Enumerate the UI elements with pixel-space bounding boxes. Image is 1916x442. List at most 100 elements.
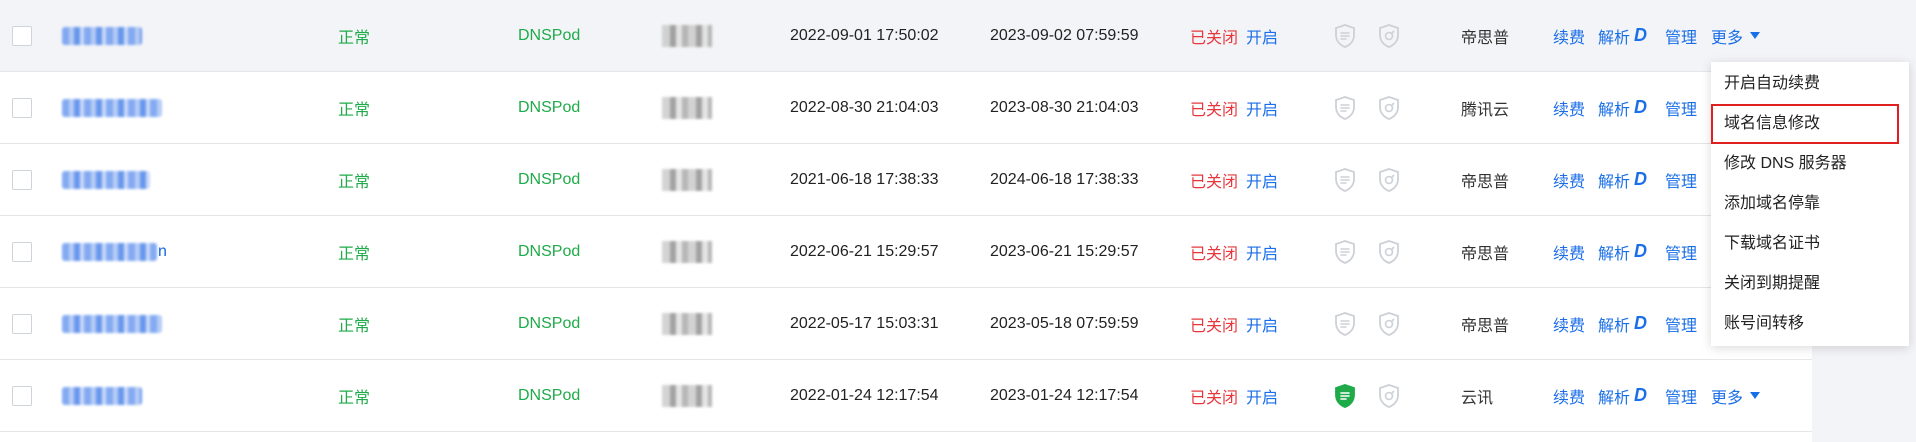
redacted-cell xyxy=(662,216,722,287)
enable-auto-renew-link[interactable]: 开启 xyxy=(1246,144,1286,215)
auto-renew-status: 已关闭 xyxy=(1190,173,1239,191)
dnspod-d-icon: D xyxy=(1634,169,1648,189)
registrar-name: 云讯 xyxy=(1461,389,1494,407)
lock-shield-icon xyxy=(1378,288,1404,359)
renew-link[interactable]: 续费 xyxy=(1553,72,1589,143)
redacted-cell xyxy=(662,288,722,359)
dnspod-d-icon: D xyxy=(1634,385,1648,405)
domain-name-link[interactable] xyxy=(62,0,262,71)
registered-date: 2022-01-24 12:17:54 xyxy=(790,386,939,404)
auto-renew-status: 已关闭 xyxy=(1190,101,1239,119)
enable-auto-renew-link[interactable]: 开启 xyxy=(1246,216,1286,287)
shield-icon xyxy=(1334,144,1360,215)
resolve-link[interactable]: 解析 D xyxy=(1598,144,1658,215)
enable-auto-renew-link[interactable]: 开启 xyxy=(1246,360,1286,431)
dropdown-item[interactable]: 账号间转移 xyxy=(1711,304,1909,344)
more-button[interactable]: 更多 xyxy=(1711,0,1771,71)
dnspod-d-icon: D xyxy=(1634,241,1648,261)
table-row: n 正常 DNSPod 2022-06-21 15:29:57 2023-06-… xyxy=(0,216,1812,288)
lock-shield-icon xyxy=(1378,216,1404,287)
renew-link[interactable]: 续费 xyxy=(1553,0,1589,71)
expiry-date: 2023-09-02 07:59:59 xyxy=(990,26,1139,44)
resolve-link[interactable]: 解析 D xyxy=(1598,360,1658,431)
domain-name-link[interactable] xyxy=(62,72,262,143)
enable-auto-renew-link[interactable]: 开启 xyxy=(1246,288,1286,359)
redacted-cell xyxy=(662,0,722,71)
manage-link[interactable]: 管理 xyxy=(1665,360,1701,431)
table-row: 正常 DNSPod 2022-09-01 17:50:02 2023-09-02… xyxy=(0,0,1812,72)
dropdown-item[interactable]: 关闭到期提醒 xyxy=(1711,264,1909,304)
manage-link[interactable]: 管理 xyxy=(1665,144,1701,215)
dropdown-item[interactable]: 添加域名停靠 xyxy=(1711,184,1909,224)
more-actions-dropdown: 开启自动续费 域名信息修改 修改 DNS 服务器 添加域名停靠 下载域名证书 关闭到期提醒… xyxy=(1711,62,1909,346)
registered-date: 2022-05-17 15:03:31 xyxy=(790,314,939,332)
row-checkbox[interactable] xyxy=(12,288,32,359)
caret-down-icon xyxy=(1750,32,1761,39)
table-row: 正常 DNSPod 2022-01-24 12:17:54 2023-01-24… xyxy=(0,360,1812,432)
row-checkbox[interactable] xyxy=(12,216,32,287)
dropdown-item[interactable]: 开启自动续费 xyxy=(1711,64,1909,104)
dns-provider: DNSPod xyxy=(518,98,581,116)
caret-down-icon xyxy=(1750,392,1761,399)
table-row: 正常 DNSPod 2022-05-17 15:03:31 2023-05-18… xyxy=(0,288,1812,360)
dropdown-item[interactable]: 下载域名证书 xyxy=(1711,224,1909,264)
row-checkbox[interactable] xyxy=(12,144,32,215)
lock-shield-icon xyxy=(1378,0,1404,71)
domain-name-tail: n xyxy=(158,242,167,260)
dns-provider: DNSPod xyxy=(518,386,581,404)
resolve-link[interactable]: 解析 D xyxy=(1598,216,1658,287)
expiry-date: 2023-05-18 07:59:59 xyxy=(990,314,1139,332)
redacted-cell xyxy=(662,72,722,143)
registrar-name: 帝思普 xyxy=(1461,29,1510,47)
domain-status: 正常 xyxy=(338,389,371,407)
domain-status: 正常 xyxy=(338,29,371,47)
resolve-label: 解析 xyxy=(1598,245,1631,263)
table-row: 正常 DNSPod 2022-08-30 21:04:03 2023-08-30… xyxy=(0,72,1812,144)
more-button[interactable]: 更多 xyxy=(1711,360,1771,431)
expiry-date: 2023-06-21 15:29:57 xyxy=(990,242,1139,260)
row-checkbox[interactable] xyxy=(12,360,32,431)
domain-status: 正常 xyxy=(338,173,371,191)
registrar-name: 腾讯云 xyxy=(1461,101,1510,119)
domain-status: 正常 xyxy=(338,317,371,335)
manage-link[interactable]: 管理 xyxy=(1665,0,1701,71)
shield-icon xyxy=(1334,72,1360,143)
registered-date: 2022-09-01 17:50:02 xyxy=(790,26,939,44)
domain-name-link[interactable] xyxy=(62,360,262,431)
manage-link[interactable]: 管理 xyxy=(1665,72,1701,143)
registrar-name: 帝思普 xyxy=(1461,245,1510,263)
more-label: 更多 xyxy=(1711,29,1744,47)
domain-name-link[interactable] xyxy=(62,288,262,359)
resolve-link[interactable]: 解析 D xyxy=(1598,72,1658,143)
resolve-link[interactable]: 解析 D xyxy=(1598,288,1658,359)
dropdown-item[interactable]: 域名信息修改 xyxy=(1711,104,1899,144)
renew-link[interactable]: 续费 xyxy=(1553,360,1589,431)
domain-name-link[interactable] xyxy=(62,144,262,215)
renew-link[interactable]: 续费 xyxy=(1553,144,1589,215)
lock-shield-icon xyxy=(1378,72,1404,143)
renew-link[interactable]: 续费 xyxy=(1553,216,1589,287)
domain-name-link[interactable]: n xyxy=(62,216,262,287)
table-row: 正常 DNSPod 2021-06-18 17:38:33 2024-06-18… xyxy=(0,144,1812,216)
registrar-name: 帝思普 xyxy=(1461,317,1510,335)
expiry-date: 2024-06-18 17:38:33 xyxy=(990,170,1139,188)
enable-auto-renew-link[interactable]: 开启 xyxy=(1246,72,1286,143)
dropdown-item[interactable]: 修改 DNS 服务器 xyxy=(1711,144,1909,184)
shield-icon xyxy=(1334,360,1360,431)
manage-link[interactable]: 管理 xyxy=(1665,216,1701,287)
resolve-label: 解析 xyxy=(1598,101,1631,119)
manage-link[interactable]: 管理 xyxy=(1665,288,1701,359)
resolve-link[interactable]: 解析 D xyxy=(1598,0,1658,71)
row-checkbox[interactable] xyxy=(12,72,32,143)
renew-link[interactable]: 续费 xyxy=(1553,288,1589,359)
auto-renew-status: 已关闭 xyxy=(1190,29,1239,47)
auto-renew-status: 已关闭 xyxy=(1190,245,1239,263)
dns-provider: DNSPod xyxy=(518,26,581,44)
enable-auto-renew-link[interactable]: 开启 xyxy=(1246,0,1286,71)
row-checkbox[interactable] xyxy=(12,0,32,71)
resolve-label: 解析 xyxy=(1598,29,1631,47)
dnspod-d-icon: D xyxy=(1634,313,1648,333)
more-label: 更多 xyxy=(1711,389,1744,407)
shield-icon xyxy=(1334,0,1360,71)
registrar-name: 帝思普 xyxy=(1461,173,1510,191)
